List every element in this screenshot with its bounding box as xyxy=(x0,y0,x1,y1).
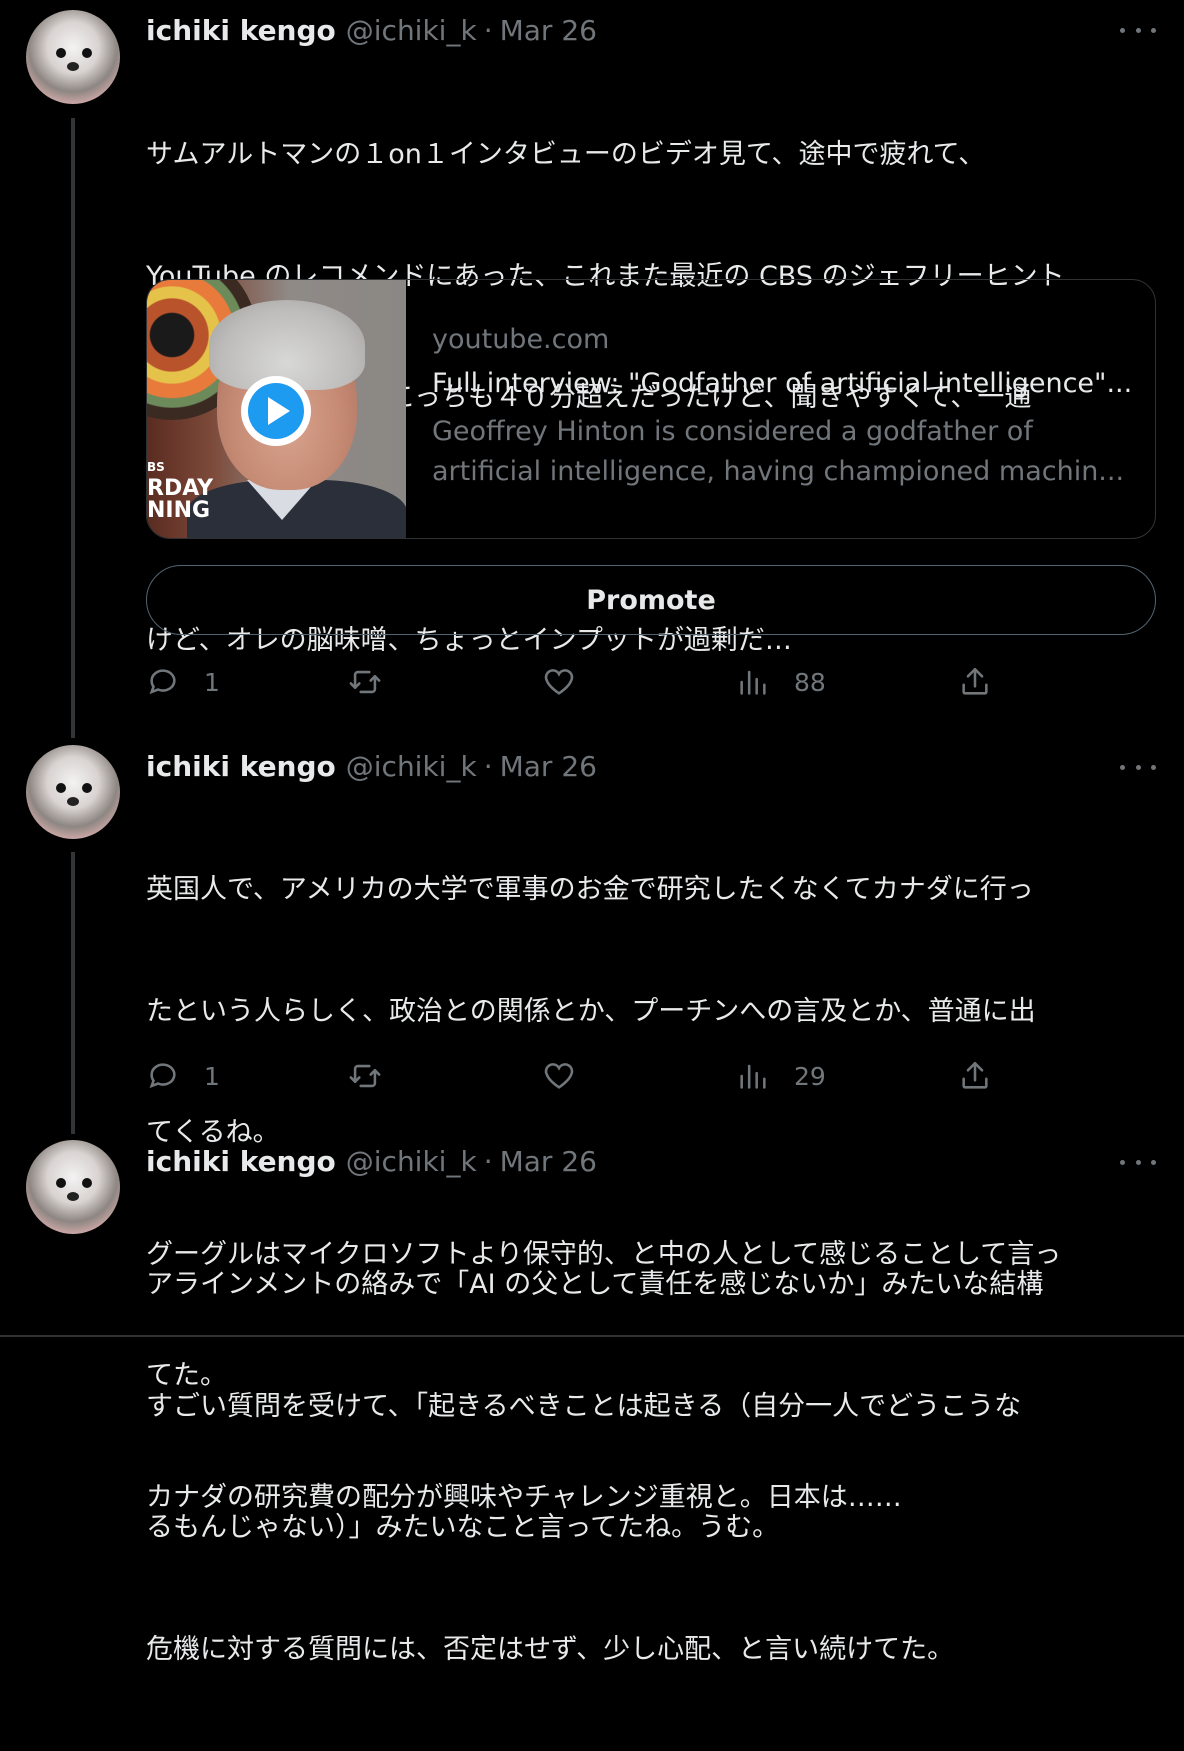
display-name[interactable]: ichiki kengo xyxy=(146,1145,336,1178)
tweet-text-line: 英国人で、アメリカの大学で軍事のお金で研究したくなくてカナダに行っ xyxy=(146,874,1034,905)
separator-dot: · xyxy=(483,1144,493,1178)
separator-dot: · xyxy=(483,13,493,47)
display-name[interactable]: ichiki kengo xyxy=(146,14,336,47)
share-icon xyxy=(962,667,988,695)
card-info: youtube.com Full interview: "Godfather o… xyxy=(432,324,1142,492)
display-name[interactable]: ichiki kengo xyxy=(146,750,336,783)
tweet[interactable]: ichiki kengo @ichiki_k · Mar 26 英国人で、アメリ… xyxy=(0,735,1184,1513)
bottom-divider xyxy=(0,1335,1184,1337)
card-description-line: artificial intelligence, having champion… xyxy=(432,456,1125,487)
tweet-header: ichiki kengo @ichiki_k · Mar 26 xyxy=(146,12,597,48)
card-domain: youtube.com xyxy=(432,324,610,355)
reply-count: 1 xyxy=(204,667,220,697)
play-icon[interactable] xyxy=(241,376,311,446)
views-count: 88 xyxy=(794,667,826,697)
tweet-actions: 1 29 xyxy=(146,1056,1006,1096)
tweet-text-line: アラインメントの絡みで「AI の父として責任を感じないか」みたいな結構 xyxy=(146,1269,1044,1300)
tweet-header: ichiki kengo @ichiki_k · Mar 26 xyxy=(146,1143,597,1179)
retweet-icon xyxy=(349,1064,381,1088)
tweet-text: アラインメントの絡みで「AI の父として責任を感じないか」みたいな結構 すごい質… xyxy=(146,1184,1166,1751)
more-icon[interactable] xyxy=(1120,757,1156,777)
reply-count: 1 xyxy=(204,1061,220,1091)
tweet[interactable]: ichiki kengo @ichiki_k · Mar 26 アラインメントの… xyxy=(0,1130,1184,1665)
avatar[interactable] xyxy=(26,1140,120,1234)
share-button[interactable] xyxy=(958,1056,992,1096)
tweet-text-line: すごい質問を受けて、「起きるべきことは起きる（自分一人でどうこうな xyxy=(146,1390,1022,1422)
tweet-header: ichiki kengo @ichiki_k · Mar 26 xyxy=(146,748,597,784)
link-card[interactable]: BS RDAY NING youtube.com Full interview:… xyxy=(146,279,1156,539)
views-icon xyxy=(740,1064,766,1089)
tweet-text-line: るもんじゃない）」みたいなこと言ってたね。うむ。 xyxy=(146,1512,780,1543)
reply-button[interactable]: 1 xyxy=(146,1056,220,1096)
thumbnail-logo-text: BS xyxy=(147,460,165,474)
reply-button[interactable]: 1 xyxy=(146,662,220,702)
tweet-text-line: サムアルトマンの１on１インタビューのビデオ見て、途中で疲れて、 xyxy=(146,139,986,170)
like-button[interactable] xyxy=(542,1056,600,1096)
promote-button[interactable]: Promote xyxy=(146,565,1156,635)
avatar[interactable] xyxy=(26,10,120,104)
views-button[interactable]: 88 xyxy=(736,662,826,702)
views-count: 29 xyxy=(794,1061,826,1091)
card-title: Full interview: "Godfather of artificial… xyxy=(432,368,1133,399)
retweet-button[interactable] xyxy=(348,662,406,702)
more-icon[interactable] xyxy=(1120,1152,1156,1172)
card-description-line: Geoffrey Hinton is considered a godfathe… xyxy=(432,416,1033,447)
like-button[interactable] xyxy=(542,662,600,702)
username[interactable]: @ichiki_k xyxy=(346,750,477,783)
video-thumbnail[interactable]: BS RDAY NING xyxy=(147,280,406,538)
views-button[interactable]: 29 xyxy=(736,1056,826,1096)
tweet-date[interactable]: Mar 26 xyxy=(500,14,597,47)
thumbnail-logo-text: NING xyxy=(147,498,211,523)
thumbnail-hair xyxy=(209,300,365,390)
card-description: Geoffrey Hinton is considered a godfathe… xyxy=(432,412,1142,492)
separator-dot: · xyxy=(483,749,493,783)
share-icon xyxy=(962,1061,988,1089)
tweet-text-line: たという人らしく、政治との関係とか、プーチンへの言及とか、普通に出 xyxy=(146,995,1036,1027)
share-button[interactable] xyxy=(958,662,992,702)
tweet-actions: 1 88 xyxy=(146,662,1006,702)
tweet-text-line: 危機に対する質問には、否定はせず、少し心配、と言い続けてた。 xyxy=(146,1633,955,1665)
tweet[interactable]: ichiki kengo @ichiki_k · Mar 26 サムアルトマンの… xyxy=(0,0,1184,730)
retweet-button[interactable] xyxy=(348,1056,406,1096)
username[interactable]: @ichiki_k xyxy=(346,1145,477,1178)
tweet-date[interactable]: Mar 26 xyxy=(500,750,597,783)
like-icon xyxy=(544,669,574,695)
retweet-icon xyxy=(349,670,381,694)
tweet-date[interactable]: Mar 26 xyxy=(500,1145,597,1178)
username[interactable]: @ichiki_k xyxy=(346,14,477,47)
like-icon xyxy=(544,1063,574,1089)
views-icon xyxy=(740,670,766,695)
reply-icon xyxy=(149,669,176,695)
more-icon[interactable] xyxy=(1120,20,1156,40)
reply-icon xyxy=(149,1063,176,1089)
avatar[interactable] xyxy=(26,745,120,839)
